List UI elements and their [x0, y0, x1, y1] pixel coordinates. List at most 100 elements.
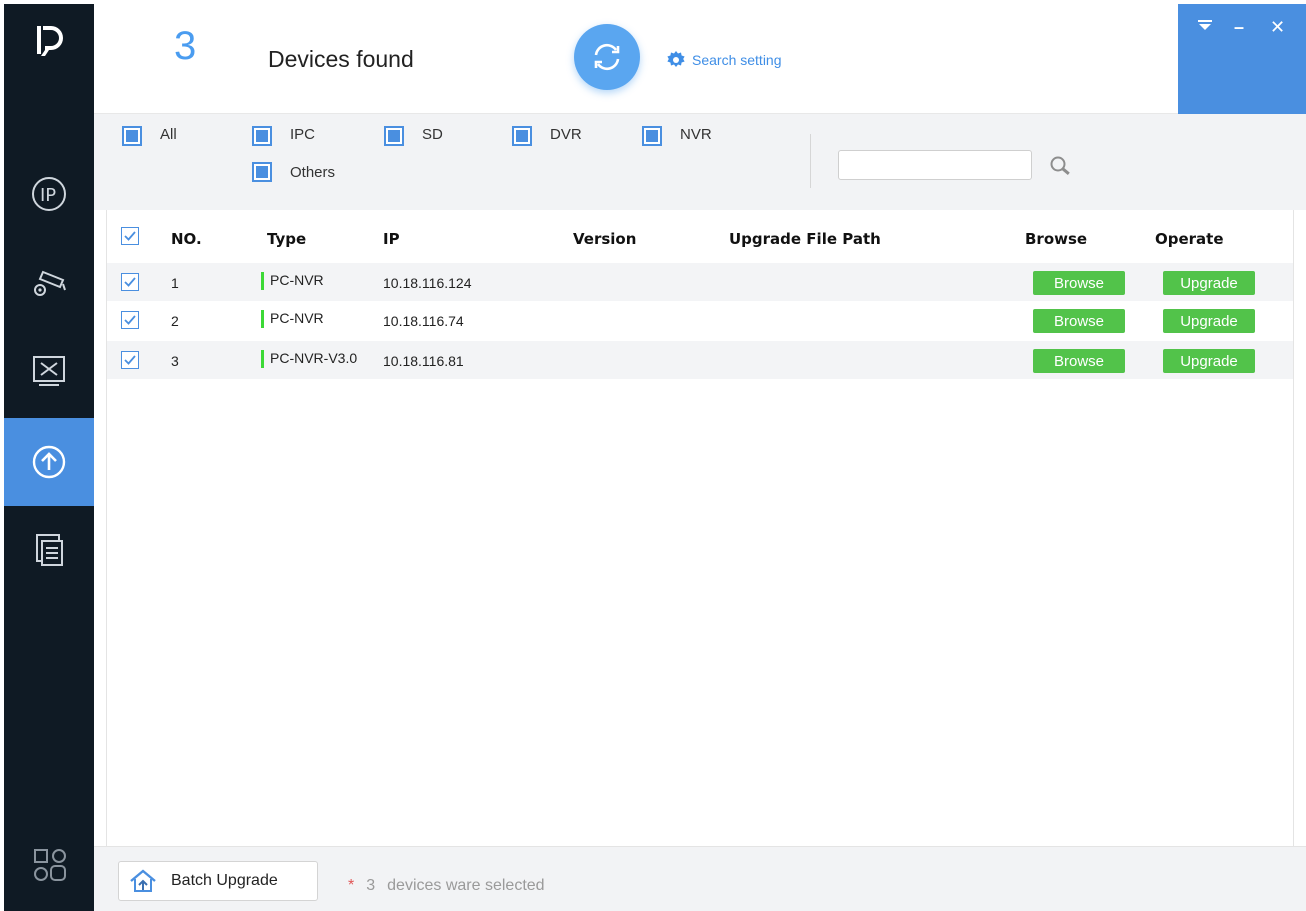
svg-text:IP: IP [40, 185, 56, 206]
filter-dvr[interactable]: DVR [512, 126, 582, 146]
selected-count: 3 [366, 877, 376, 894]
tools-icon [33, 356, 65, 386]
table-row[interactable]: 1 PC-NVR 10.18.116.124 Browse Upgrade [107, 263, 1293, 301]
header: 3 Devices found Search setting – ✕ [94, 4, 1306, 114]
column-operate: Operate [1155, 230, 1224, 248]
filter-others-label: Others [290, 163, 336, 181]
row-type-label: PC-NVR-V3.0 [270, 350, 358, 366]
filter-sd-checkbox[interactable] [384, 126, 404, 146]
close-button[interactable]: ✕ [1270, 18, 1285, 36]
row-ip: 10.18.116.81 [383, 353, 464, 369]
row-no: 1 [171, 275, 179, 291]
row-type-label: PC-NVR [270, 310, 324, 326]
filter-sd-label: SD [422, 126, 443, 143]
device-type-filter: All IPC SD DVR NVR Others [94, 114, 1306, 210]
filter-nvr-label: NVR [680, 126, 712, 143]
type-indicator [261, 272, 264, 291]
row-checkbox[interactable] [121, 351, 139, 369]
filter-ipc-label: IPC [290, 126, 316, 143]
browse-button[interactable]: Browse [1033, 309, 1125, 333]
column-no: NO. [171, 230, 202, 248]
gear-icon [667, 51, 685, 67]
filter-sd[interactable]: SD [384, 126, 443, 146]
upgrade-button[interactable]: Upgrade [1163, 309, 1255, 333]
batch-upgrade-button[interactable]: Batch Upgrade [118, 861, 318, 901]
filter-dvr-checkbox[interactable] [512, 126, 532, 146]
window-controls: – ✕ [1178, 4, 1306, 114]
selected-text: devices ware selected [387, 877, 545, 894]
filter-all-label: All [160, 126, 177, 143]
column-upgrade-file-path: Upgrade File Path [729, 230, 881, 248]
row-type: PC-NVR [261, 310, 324, 329]
document-icon [36, 534, 63, 566]
checkmark-icon [124, 315, 136, 325]
column-type: Type [267, 230, 307, 248]
app-logo [4, 22, 94, 67]
device-table: NO. Type IP Version Upgrade File Path Br… [106, 210, 1294, 846]
column-ip: IP [383, 230, 400, 248]
checkmark-icon [124, 231, 136, 241]
search-setting-label: Search setting [692, 52, 782, 68]
sidebar-item-upgrade[interactable] [4, 418, 94, 506]
upgrade-button[interactable]: Upgrade [1163, 271, 1255, 295]
camera-config-icon [34, 270, 66, 296]
checkmark-icon [124, 277, 136, 287]
row-ip: 10.18.116.74 [383, 313, 464, 329]
column-version: Version [573, 230, 637, 248]
upgrade-button[interactable]: Upgrade [1163, 349, 1255, 373]
filter-ipc[interactable]: IPC [252, 126, 315, 146]
app-window: IP 3 Devices found Search setting – ✕ Al… [0, 0, 1306, 911]
filter-ipc-checkbox[interactable] [252, 126, 272, 146]
table-row[interactable]: 2 PC-NVR 10.18.116.74 Browse Upgrade [107, 301, 1293, 339]
sidebar-item-more-apps[interactable] [4, 820, 94, 908]
browse-button[interactable]: Browse [1033, 271, 1125, 295]
row-type: PC-NVR-V3.0 [261, 350, 358, 369]
filter-nvr-checkbox[interactable] [642, 126, 662, 146]
footer-bar: Batch Upgrade * 3 devices ware selected [94, 846, 1306, 911]
filter-all-checkbox[interactable] [122, 126, 142, 146]
sidebar: IP [4, 4, 94, 911]
search-icon[interactable] [1048, 154, 1072, 178]
filter-others[interactable]: Others [252, 162, 335, 182]
column-browse: Browse [1025, 230, 1088, 248]
row-ip: 10.18.116.124 [383, 275, 472, 291]
row-no: 2 [171, 313, 179, 329]
logo-icon [37, 26, 63, 56]
row-type: PC-NVR [261, 272, 324, 291]
type-indicator [261, 350, 264, 369]
row-checkbox[interactable] [121, 311, 139, 329]
filter-divider [810, 134, 811, 188]
minimize-button[interactable]: – [1234, 18, 1244, 36]
devices-found-label: Devices found [268, 46, 414, 72]
ip-icon: IP [32, 177, 66, 211]
grid-icon [34, 849, 67, 881]
sidebar-item-device-config[interactable] [4, 238, 94, 326]
sidebar-item-system-tools[interactable] [4, 326, 94, 414]
device-count: 3 [174, 24, 197, 68]
search-setting-link[interactable]: Search setting [666, 50, 782, 70]
selection-status: * 3 devices ware selected [348, 877, 545, 895]
sidebar-item-ip-search[interactable]: IP [4, 150, 94, 238]
refresh-search-button[interactable] [574, 24, 640, 90]
batch-upgrade-icon [130, 869, 156, 892]
refresh-icon [594, 43, 620, 71]
required-star: * [348, 877, 355, 894]
row-checkbox[interactable] [121, 273, 139, 291]
type-indicator [261, 310, 264, 329]
table-header: NO. Type IP Version Upgrade File Path Br… [107, 210, 1293, 262]
row-no: 3 [171, 353, 179, 369]
checkmark-icon [124, 355, 136, 365]
filter-all[interactable]: All [122, 126, 177, 146]
row-type-label: PC-NVR [270, 272, 324, 288]
upgrade-icon [32, 445, 66, 479]
filter-dvr-label: DVR [550, 126, 582, 143]
select-all-checkbox[interactable] [121, 227, 139, 245]
filter-others-checkbox[interactable] [252, 162, 272, 182]
filter-nvr[interactable]: NVR [642, 126, 712, 146]
table-row[interactable]: 3 PC-NVR-V3.0 10.18.116.81 Browse Upgrad… [107, 341, 1293, 379]
device-search-input[interactable] [838, 150, 1032, 180]
batch-upgrade-label: Batch Upgrade [171, 872, 278, 889]
dropdown-icon[interactable] [1198, 20, 1212, 30]
browse-button[interactable]: Browse [1033, 349, 1125, 373]
sidebar-item-documents[interactable] [4, 506, 94, 594]
